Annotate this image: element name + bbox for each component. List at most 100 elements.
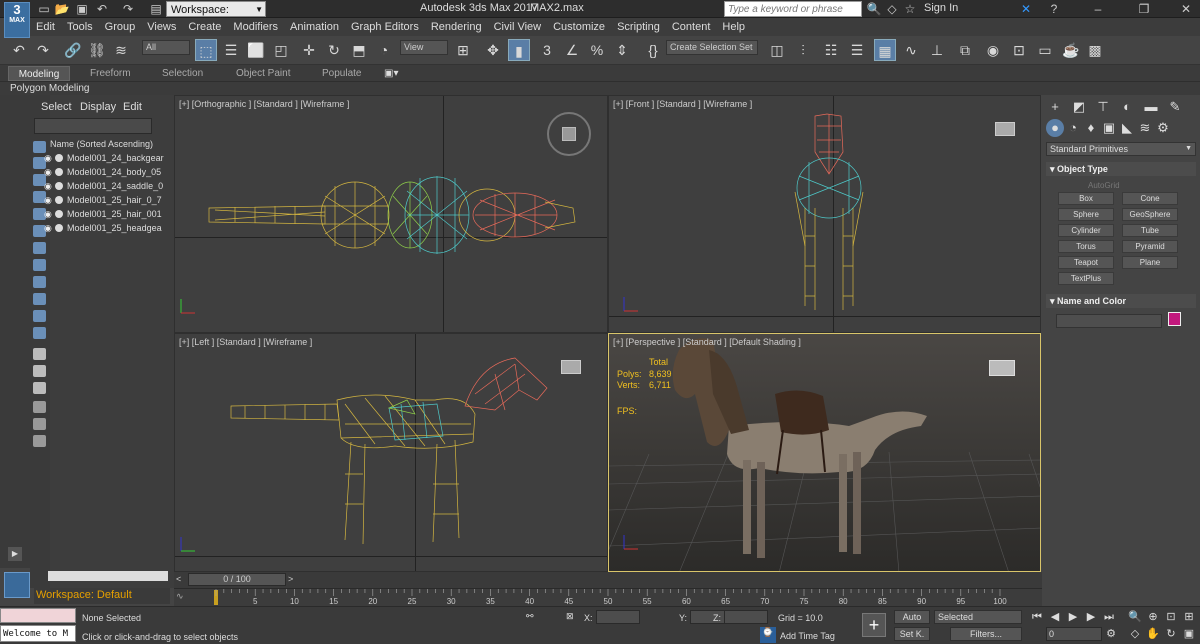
manipulate-icon[interactable]: ✥ — [482, 39, 504, 61]
viewcube-ring[interactable] — [547, 112, 591, 156]
render-setup-icon[interactable]: ⊡ — [1008, 39, 1030, 61]
tab-selection[interactable]: Selection — [158, 66, 207, 81]
exchange-icon[interactable]: ✕ — [1018, 1, 1034, 17]
zoom-icon[interactable]: 🔍 — [1128, 610, 1142, 624]
eye-icon[interactable]: ◉ — [44, 152, 54, 165]
play-icon[interactable]: ▶ — [1066, 610, 1080, 624]
sync-selection-icon[interactable] — [33, 435, 46, 447]
menu-tools[interactable]: Tools — [61, 18, 99, 36]
zoom-all-icon[interactable]: ⊕ — [1146, 610, 1160, 624]
lights-icon[interactable]: ♦ — [1082, 119, 1100, 137]
close-icon[interactable]: ✕ — [1178, 1, 1194, 17]
snaps-toggle-icon[interactable]: 3 — [536, 39, 558, 61]
viewport-left[interactable]: [+] [Left ] [Standard ] [Wireframe ] — [174, 333, 608, 572]
select-object-icon[interactable]: ⬚ — [195, 39, 217, 61]
ribbon-options-icon[interactable]: ▣▾ — [380, 66, 402, 81]
autogrid-checkbox[interactable]: AutoGrid — [1088, 181, 1120, 190]
tab-modeling[interactable]: Modeling — [8, 66, 70, 81]
schematic-view-icon[interactable]: ⧉ — [954, 39, 976, 61]
maxscript-listener-input[interactable] — [0, 608, 76, 623]
torus-button[interactable]: Torus — [1058, 240, 1114, 253]
list-item[interactable]: ◉ Model001_24_body_05 — [34, 166, 174, 179]
display-last-render-icon[interactable] — [33, 382, 46, 394]
rotate-icon[interactable]: ↻ — [323, 39, 345, 61]
spacewarps-icon[interactable]: ≋ — [1136, 119, 1154, 137]
minimize-icon[interactable]: – — [1090, 1, 1106, 17]
unlink-icon[interactable]: ⛓ — [86, 39, 108, 61]
tab-object-paint[interactable]: Object Paint — [232, 66, 294, 81]
render-dot-icon[interactable] — [55, 154, 63, 162]
angle-snap-icon[interactable]: ∠ — [561, 39, 583, 61]
viewcube-icon[interactable] — [995, 122, 1015, 136]
signin-link[interactable]: Sign In — [924, 2, 958, 14]
plane-button[interactable]: Plane — [1122, 256, 1178, 269]
selection-set-dropdown[interactable]: Create Selection Set — [666, 40, 758, 55]
render-iterative-icon[interactable]: ▩ — [1084, 39, 1106, 61]
align-icon[interactable]: ⫶ — [792, 39, 814, 61]
pivot-center-icon[interactable]: ⊞ — [452, 39, 474, 61]
textplus-button[interactable]: TextPlus — [1058, 272, 1114, 285]
workspace-dropdown[interactable]: Workspace: Default▼ — [166, 1, 266, 32]
render-dot-icon[interactable] — [55, 196, 63, 204]
eye-icon[interactable]: ◉ — [44, 208, 54, 221]
list-item[interactable]: ◉ Model001_25_hair_001 — [34, 208, 174, 221]
se-search-input[interactable] — [34, 118, 152, 134]
next-frame-icon[interactable]: ▶ — [1084, 610, 1098, 624]
list-item[interactable]: ◉ Model001_24_backgear — [34, 152, 174, 165]
display-frozen-icon[interactable] — [33, 348, 46, 360]
viewport-perspective[interactable]: [+] [Perspective ] [Standard ] [Default … — [608, 333, 1041, 572]
isolate-icon[interactable]: ⚯ — [526, 611, 534, 622]
undo-icon[interactable]: ↶ — [94, 1, 110, 17]
toggle-scene-explorer-icon[interactable]: ☷ — [820, 39, 842, 61]
color-swatch[interactable] — [1168, 312, 1181, 326]
go-to-start-icon[interactable]: ⏮ — [1030, 610, 1044, 624]
bind-spacewarp-icon[interactable]: ≋ — [110, 39, 132, 61]
modify-tab-icon[interactable]: ◩ — [1070, 98, 1088, 116]
select-by-name-icon[interactable]: ☰ — [220, 39, 242, 61]
cylinder-button[interactable]: Cylinder — [1058, 224, 1114, 237]
box-button[interactable]: Box — [1058, 192, 1114, 205]
prev-frame-icon[interactable]: ◀ — [1048, 610, 1062, 624]
display-bones-icon[interactable] — [33, 310, 46, 322]
move-icon[interactable]: ✛ — [298, 39, 320, 61]
list-item[interactable]: ◉ Model001_25_headgea — [34, 222, 174, 235]
window-crossing-icon[interactable]: ◰ — [270, 39, 292, 61]
funnel-icon[interactable] — [33, 418, 46, 430]
viewcube-icon[interactable] — [562, 127, 576, 141]
menu-create[interactable]: Create — [182, 18, 227, 36]
keyboard-shortcut-icon[interactable]: ▮ — [508, 39, 530, 61]
current-frame-field[interactable]: 0 — [1046, 627, 1102, 641]
hierarchy-tab-icon[interactable]: ⊤ — [1094, 98, 1112, 116]
display-spacewarps-icon[interactable] — [33, 259, 46, 271]
se-menu-select[interactable]: Select — [41, 101, 72, 113]
rendered-frame-icon[interactable]: ▭ — [1034, 39, 1056, 61]
se-horizontal-scrollbar[interactable] — [48, 571, 168, 581]
filter-icon[interactable] — [33, 401, 46, 413]
display-tab-icon[interactable]: ▬ — [1142, 98, 1160, 116]
geosphere-button[interactable]: GeoSphere — [1122, 208, 1178, 221]
mirror-icon[interactable]: ◫ — [766, 39, 788, 61]
search-icon[interactable]: 🔍 — [866, 1, 882, 17]
tab-freeform[interactable]: Freeform — [86, 66, 135, 81]
viewport-label-perspective[interactable]: [+] [Perspective ] [Standard ] [Default … — [613, 337, 801, 347]
display-xrefs-icon[interactable] — [33, 293, 46, 305]
favorites-icon[interactable]: ☆ — [902, 1, 918, 17]
display-containers-icon[interactable] — [33, 327, 46, 339]
ref-coord-dropdown[interactable]: View — [400, 40, 448, 55]
utilities-tab-icon[interactable]: ✎ — [1166, 98, 1184, 116]
app-logo[interactable]: 3 MAX — [4, 2, 30, 38]
menu-graph-editors[interactable]: Graph Editors — [345, 18, 425, 36]
redo-icon[interactable]: ↷ — [32, 39, 54, 61]
save-file-icon[interactable]: ▣ — [74, 1, 90, 17]
polygon-modeling-label[interactable]: Polygon Modeling — [0, 83, 90, 94]
expand-arrow-icon[interactable]: ▶ — [8, 547, 22, 561]
set-key-icon[interactable]: + — [862, 613, 886, 637]
tube-button[interactable]: Tube — [1122, 224, 1178, 237]
pan-icon[interactable]: ✋ — [1146, 627, 1160, 641]
layer-explorer-icon[interactable]: ☰ — [846, 39, 868, 61]
project-folder-icon[interactable]: ▤ — [148, 1, 164, 17]
tab-populate[interactable]: Populate — [318, 66, 365, 81]
list-item[interactable]: ◉ Model001_25_hair_0_7 — [34, 194, 174, 207]
track-bar[interactable]: ∿ 5 10 15 20 25 30 35 40 45 50 55 60 65 70 75 80 85 90 95 1… — [174, 588, 1042, 606]
menu-scripting[interactable]: Scripting — [611, 18, 666, 36]
